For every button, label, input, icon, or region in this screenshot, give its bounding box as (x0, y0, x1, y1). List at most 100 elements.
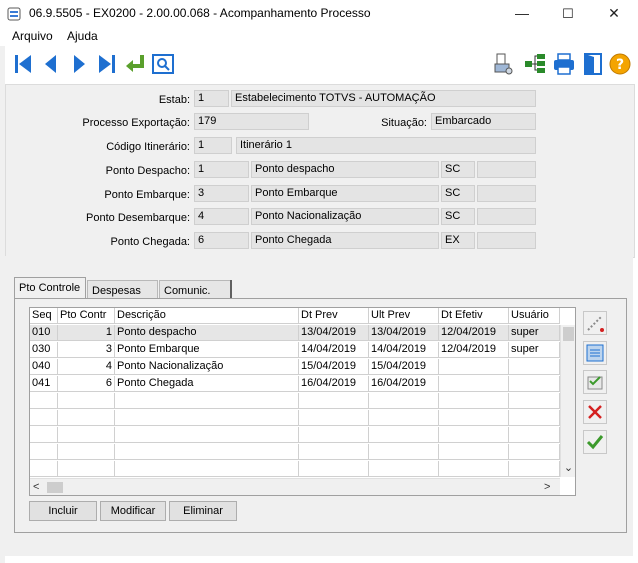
empty-cell[interactable] (30, 393, 58, 409)
minimize-button[interactable]: — (499, 0, 545, 27)
chegada-code-field[interactable]: 6 (194, 232, 249, 249)
empty-cell[interactable] (509, 461, 560, 477)
eliminar-button[interactable]: Eliminar (169, 501, 237, 521)
copy-button[interactable] (583, 370, 607, 394)
vertical-scrollbar[interactable]: ⌄ (560, 325, 575, 477)
empty-cell[interactable] (299, 444, 369, 460)
printer-setup-icon[interactable] (491, 52, 515, 76)
table-row-cell[interactable]: 4 (58, 359, 115, 375)
empty-cell[interactable] (299, 427, 369, 443)
empty-cell[interactable] (58, 444, 115, 460)
empty-cell[interactable] (299, 393, 369, 409)
table-row-cell[interactable]: Ponto Nacionalização (115, 359, 299, 375)
table-row-cell[interactable]: super (509, 342, 560, 358)
table-row-cell[interactable]: 13/04/2019 (299, 325, 369, 341)
previous-record-icon[interactable] (39, 52, 63, 76)
table-row-cell[interactable] (509, 376, 560, 392)
next-record-icon[interactable] (67, 52, 91, 76)
menu-ajuda[interactable]: Ajuda (67, 29, 98, 43)
table-row-cell[interactable]: 040 (30, 359, 58, 375)
tree-structure-icon[interactable] (523, 52, 547, 76)
processo-field[interactable]: 179 (194, 113, 309, 130)
empty-cell[interactable] (115, 393, 299, 409)
table-row-cell[interactable]: 12/04/2019 (439, 325, 509, 341)
table-row-cell[interactable]: 14/04/2019 (299, 342, 369, 358)
chegada-name-field[interactable]: Ponto Chegada (251, 232, 439, 249)
chegada-extra-field[interactable] (477, 232, 536, 249)
despacho-name-field[interactable]: Ponto despacho (251, 161, 439, 178)
table-row-cell[interactable]: 13/04/2019 (369, 325, 439, 341)
tab-pto-controle[interactable]: Pto Controle (14, 277, 86, 299)
empty-cell[interactable] (30, 427, 58, 443)
desembarque-name-field[interactable]: Ponto Nacionalização (251, 208, 439, 225)
maximize-button[interactable]: ☐ (545, 0, 591, 27)
menu-arquivo[interactable]: Arquivo (12, 29, 53, 43)
empty-cell[interactable] (439, 393, 509, 409)
horizontal-scroll-thumb[interactable] (47, 482, 63, 493)
column-header-usuario[interactable]: Usuário (509, 308, 560, 324)
close-button[interactable]: ✕ (591, 0, 637, 27)
empty-cell[interactable] (115, 444, 299, 460)
scroll-left-arrow[interactable]: < (33, 480, 45, 495)
table-row-cell[interactable]: Ponto despacho (115, 325, 299, 341)
horizontal-scrollbar[interactable]: < > (30, 478, 560, 495)
cancel-button[interactable] (583, 400, 607, 424)
go-to-icon[interactable] (123, 52, 147, 76)
column-header-dt-efetiv[interactable]: Dt Efetiv (439, 308, 509, 324)
table-row-cell[interactable]: 16/04/2019 (369, 376, 439, 392)
chegada-uf-field[interactable]: EX (441, 232, 475, 249)
table-row-cell[interactable]: super (509, 325, 560, 341)
vertical-scroll-thumb[interactable] (563, 327, 574, 341)
embarque-name-field[interactable]: Ponto Embarque (251, 185, 439, 202)
table-row-cell[interactable] (509, 359, 560, 375)
estab-name-field[interactable]: Estabelecimento TOTVS - AUTOMAÇÃO (231, 90, 536, 107)
column-header-seq[interactable]: Seq (30, 308, 58, 324)
empty-cell[interactable] (509, 393, 560, 409)
empty-cell[interactable] (369, 393, 439, 409)
table-row-cell[interactable]: Ponto Embarque (115, 342, 299, 358)
search-icon[interactable] (151, 52, 175, 76)
estab-code-field[interactable]: 1 (194, 90, 229, 107)
empty-cell[interactable] (439, 427, 509, 443)
table-row-cell[interactable]: 1 (58, 325, 115, 341)
empty-cell[interactable] (58, 410, 115, 426)
empty-cell[interactable] (509, 410, 560, 426)
help-icon[interactable]: ? (608, 52, 632, 76)
desembarque-extra-field[interactable] (477, 208, 536, 225)
itinerario-name-field[interactable]: Itinerário 1 (236, 137, 536, 154)
empty-cell[interactable] (369, 427, 439, 443)
empty-cell[interactable] (30, 444, 58, 460)
empty-cell[interactable] (439, 444, 509, 460)
table-row-cell[interactable] (439, 376, 509, 392)
pontos-controle-grid[interactable]: Seq Pto Contr Descrição Dt Prev Ult Prev… (29, 307, 576, 496)
scroll-right-arrow[interactable]: > (544, 480, 556, 495)
empty-cell[interactable] (30, 461, 58, 477)
column-header-descricao[interactable]: Descrição (115, 308, 299, 324)
empty-cell[interactable] (58, 427, 115, 443)
empty-cell[interactable] (299, 461, 369, 477)
embarque-code-field[interactable]: 3 (194, 185, 249, 202)
table-row-cell[interactable]: Ponto Chegada (115, 376, 299, 392)
table-row-cell[interactable]: 3 (58, 342, 115, 358)
despacho-uf-field[interactable]: SC (441, 161, 475, 178)
last-record-icon[interactable] (95, 52, 119, 76)
despacho-code-field[interactable]: 1 (194, 161, 249, 178)
confirm-button[interactable] (583, 430, 607, 454)
empty-cell[interactable] (369, 410, 439, 426)
embarque-extra-field[interactable] (477, 185, 536, 202)
empty-cell[interactable] (509, 427, 560, 443)
table-row-cell[interactable] (439, 359, 509, 375)
desembarque-uf-field[interactable]: SC (441, 208, 475, 225)
table-row-cell[interactable]: 6 (58, 376, 115, 392)
empty-cell[interactable] (115, 461, 299, 477)
empty-cell[interactable] (115, 410, 299, 426)
scroll-down-arrow[interactable]: ⌄ (561, 461, 575, 475)
itinerario-code-field[interactable]: 1 (194, 137, 232, 154)
empty-cell[interactable] (58, 393, 115, 409)
table-row-cell[interactable]: 14/04/2019 (369, 342, 439, 358)
table-row-cell[interactable]: 041 (30, 376, 58, 392)
table-row-cell[interactable]: 15/04/2019 (369, 359, 439, 375)
situacao-field[interactable]: Embarcado (431, 113, 536, 130)
column-header-ult-prev[interactable]: Ult Prev (369, 308, 439, 324)
empty-cell[interactable] (369, 444, 439, 460)
